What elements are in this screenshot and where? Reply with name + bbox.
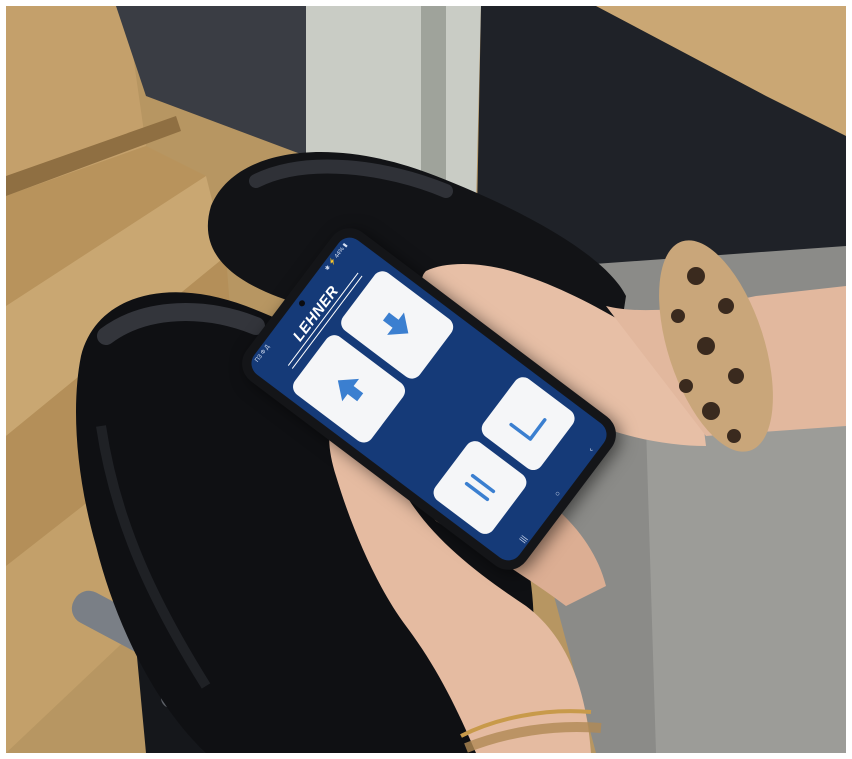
arrow-up-icon [337,378,364,402]
home-button[interactable]: ○ [552,489,562,498]
arrow-down-icon [382,312,409,335]
phone-screen: ПЗ Ф Д ✱ ⚡ 44% ▮ LEHNER ||| ○ ‹ [245,232,613,566]
standing-posture-icon [464,473,496,502]
smartphone: ПЗ Ф Д ✱ ⚡ 44% ▮ LEHNER ||| ○ ‹ [233,219,625,579]
photo: ПЗ Ф Д ✱ ⚡ 44% ▮ LEHNER ||| ○ ‹ [6,6,846,753]
back-button[interactable]: ‹ [586,445,595,453]
recents-button[interactable]: ||| [517,534,528,544]
sitting-posture-icon [509,418,547,441]
